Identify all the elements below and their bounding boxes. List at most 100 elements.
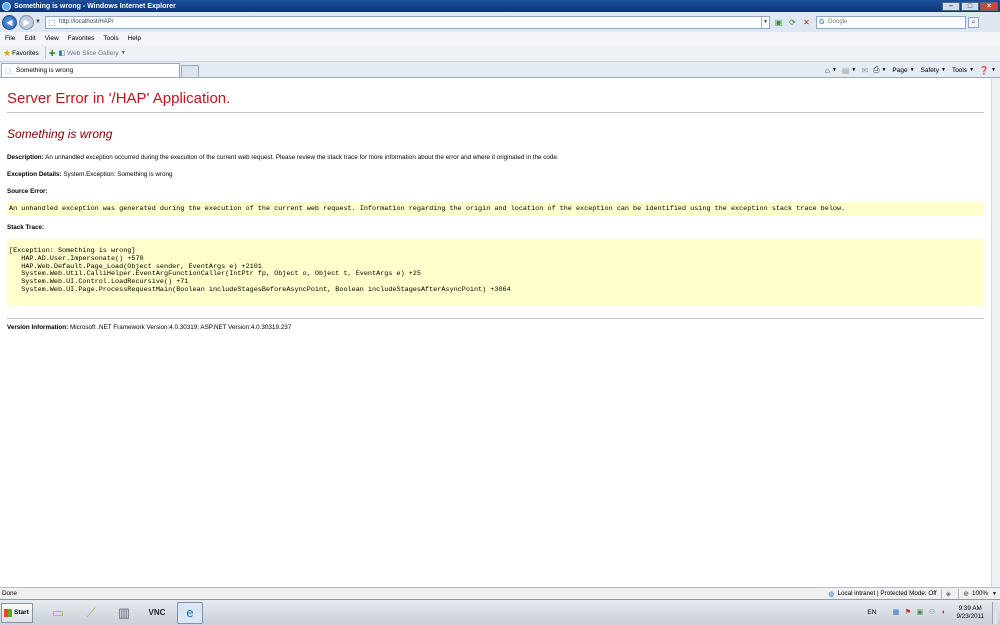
search-icon[interactable]: ⌕: [968, 16, 979, 28]
page-icon: ⬚: [48, 17, 56, 27]
version-row: Version Information: Microsoft .NET Fram…: [7, 324, 984, 331]
explorer-app-icon[interactable]: ▭: [45, 602, 71, 624]
zoom-icon[interactable]: ⊕: [963, 590, 969, 598]
chevron-down-icon[interactable]: ▼: [832, 67, 837, 73]
menu-bar: File Edit View Favorites Tools Help: [0, 32, 1000, 45]
print-icon[interactable]: ⎙: [873, 65, 879, 75]
mail-icon[interactable]: ✉: [861, 66, 868, 75]
feeds-icon[interactable]: ▤: [842, 66, 850, 75]
powershell-app-icon[interactable]: ⟋: [78, 602, 104, 624]
menu-view[interactable]: View: [45, 35, 59, 42]
tray-volume-icon[interactable]: ◐: [939, 608, 948, 617]
favorites-button[interactable]: Favorites: [12, 50, 39, 57]
recent-pages-dropdown[interactable]: ▼: [35, 19, 42, 25]
favorites-star-icon[interactable]: ★: [3, 48, 11, 59]
stop-icon[interactable]: ✕: [801, 17, 812, 28]
tray-monitor-icon[interactable]: ▣: [915, 608, 924, 617]
status-separator: [958, 588, 960, 599]
tray-network-icon[interactable]: ▦: [891, 608, 900, 617]
source-label: Source Error:: [7, 188, 48, 195]
chevron-down-icon[interactable]: ▼: [969, 67, 974, 73]
chevron-down-icon[interactable]: ▼: [992, 591, 997, 597]
vnc-app-icon[interactable]: VNC: [144, 602, 170, 624]
status-zone: ◍ Local intranet | Protected Mode: Off ◈…: [828, 588, 1000, 599]
zoom-level[interactable]: 100%: [972, 590, 988, 597]
clock-date: 9/23/2011: [956, 612, 984, 620]
add-to-favorites-icon[interactable]: ✚: [49, 49, 56, 58]
divider: [7, 317, 984, 319]
chevron-down-icon[interactable]: ▼: [851, 67, 856, 73]
server-manager-app-icon[interactable]: ▥: [111, 602, 137, 624]
search-placeholder: Google: [828, 19, 848, 25]
description-row: Description: An unhandled exception occu…: [7, 154, 984, 161]
window-title: Something is wrong - Windows Internet Ex…: [14, 2, 176, 10]
menu-help[interactable]: Help: [128, 35, 141, 42]
description-text: An unhandled exception occurred during t…: [45, 154, 559, 161]
internet-explorer-app-icon[interactable]: e: [177, 601, 203, 624]
page-title: Server Error in '/HAP' Application.: [7, 90, 231, 107]
navigation-bar: ◀ ▶ ▼ ⬚ http://localhost/HAP/ ▼ ▣ ⟳ ✕ G …: [0, 12, 1000, 32]
source-error-box: An unhandled exception was generated dur…: [7, 202, 984, 216]
start-label: Start: [14, 609, 29, 616]
chevron-down-icon[interactable]: ▼: [941, 67, 946, 73]
tab-active[interactable]: ⬚ Something is wrong: [1, 63, 180, 77]
stack-line: System.Web.UI.Page.ProcessRequestMain(Bo…: [9, 285, 511, 294]
refresh-icon[interactable]: ⟳: [787, 17, 798, 28]
chevron-down-icon[interactable]: ▼: [121, 50, 126, 56]
tray-warning-icon[interactable]: ⚑: [903, 608, 912, 617]
windows-flag-icon: [4, 608, 12, 617]
safety-menu[interactable]: Safety: [921, 67, 939, 74]
search-input[interactable]: G Google: [816, 15, 966, 29]
forward-button[interactable]: ▶: [19, 14, 34, 30]
error-title: Something is wrong: [7, 127, 113, 141]
window-titlebar: Something is wrong - Windows Internet Ex…: [0, 0, 1000, 12]
tab-row: ⬚ Something is wrong ⌂ ▼ ▤ ▼ ✉ ⎙ ▼ Page …: [0, 62, 1000, 78]
chevron-down-icon[interactable]: ▼: [881, 67, 886, 73]
clock-time: 9:39 AM: [958, 604, 982, 612]
menu-tools[interactable]: Tools: [103, 35, 118, 42]
home-icon[interactable]: ⌂: [825, 66, 830, 75]
menu-edit[interactable]: Edit: [24, 35, 35, 42]
command-bar: ⌂ ▼ ▤ ▼ ✉ ⎙ ▼ Page ▼ Safety ▼ Tools ▼ ❓ …: [820, 63, 996, 77]
shield-icon[interactable]: ◈: [946, 590, 951, 598]
stack-line: [Exception: Something is wrong]: [9, 247, 136, 255]
vertical-scrollbar[interactable]: [991, 78, 1000, 587]
back-button[interactable]: ◀: [2, 14, 17, 30]
description-label: Description:: [7, 154, 44, 161]
address-dropdown-icon[interactable]: ▼: [761, 16, 769, 28]
menu-file[interactable]: File: [5, 35, 15, 42]
clock[interactable]: 9:39 AM 9/23/2011: [956, 605, 984, 621]
web-slice-icon: ◧: [58, 50, 66, 57]
address-input[interactable]: ⬚ http://localhost/HAP/ ▼: [45, 15, 770, 29]
intranet-icon: ◍: [828, 590, 835, 598]
show-desktop-button[interactable]: [992, 601, 998, 624]
help-icon[interactable]: ❓: [979, 66, 989, 75]
exception-row: Exception Details: System.Exception: Som…: [7, 171, 984, 178]
window-controls: – □ ×: [942, 1, 998, 11]
maximize-button[interactable]: □: [961, 1, 979, 11]
chevron-down-icon[interactable]: ▼: [991, 67, 996, 73]
close-button[interactable]: ×: [980, 1, 998, 11]
status-separator: [940, 588, 942, 599]
ie-logo-icon: [2, 1, 11, 11]
tray-people-icon[interactable]: ⚇: [927, 608, 936, 617]
page-menu[interactable]: Page: [892, 67, 907, 74]
stack-label: Stack Trace:: [7, 224, 45, 231]
taskbar: Start ▭ ⟋ ▥ VNC e EN ▦ ⚑ ▣ ⚇ ◐ 9:39 AM 9…: [0, 599, 1000, 625]
security-zone[interactable]: Local intranet | Protected Mode: Off: [837, 590, 936, 597]
address-url[interactable]: http://localhost/HAP/: [59, 19, 761, 25]
language-indicator[interactable]: EN: [867, 609, 876, 616]
minimize-button[interactable]: –: [942, 1, 960, 11]
start-button[interactable]: Start: [1, 602, 33, 623]
chevron-down-icon[interactable]: ▼: [910, 67, 915, 73]
tab-title: Something is wrong: [16, 67, 74, 74]
stack-row: Stack Trace:: [7, 224, 984, 231]
google-icon: G: [819, 18, 825, 26]
system-tray: EN ▦ ⚑ ▣ ⚇ ◐ 9:39 AM 9/23/2011: [867, 601, 998, 624]
compatibility-view-icon[interactable]: ▣: [773, 17, 784, 28]
page-content: Server Error in '/HAP' Application. Some…: [0, 78, 991, 587]
menu-favorites[interactable]: Favorites: [68, 35, 95, 42]
new-tab-button[interactable]: [181, 65, 199, 77]
tools-menu[interactable]: Tools: [952, 67, 967, 74]
web-slice-gallery-link[interactable]: Web Slice Gallery: [67, 50, 119, 57]
